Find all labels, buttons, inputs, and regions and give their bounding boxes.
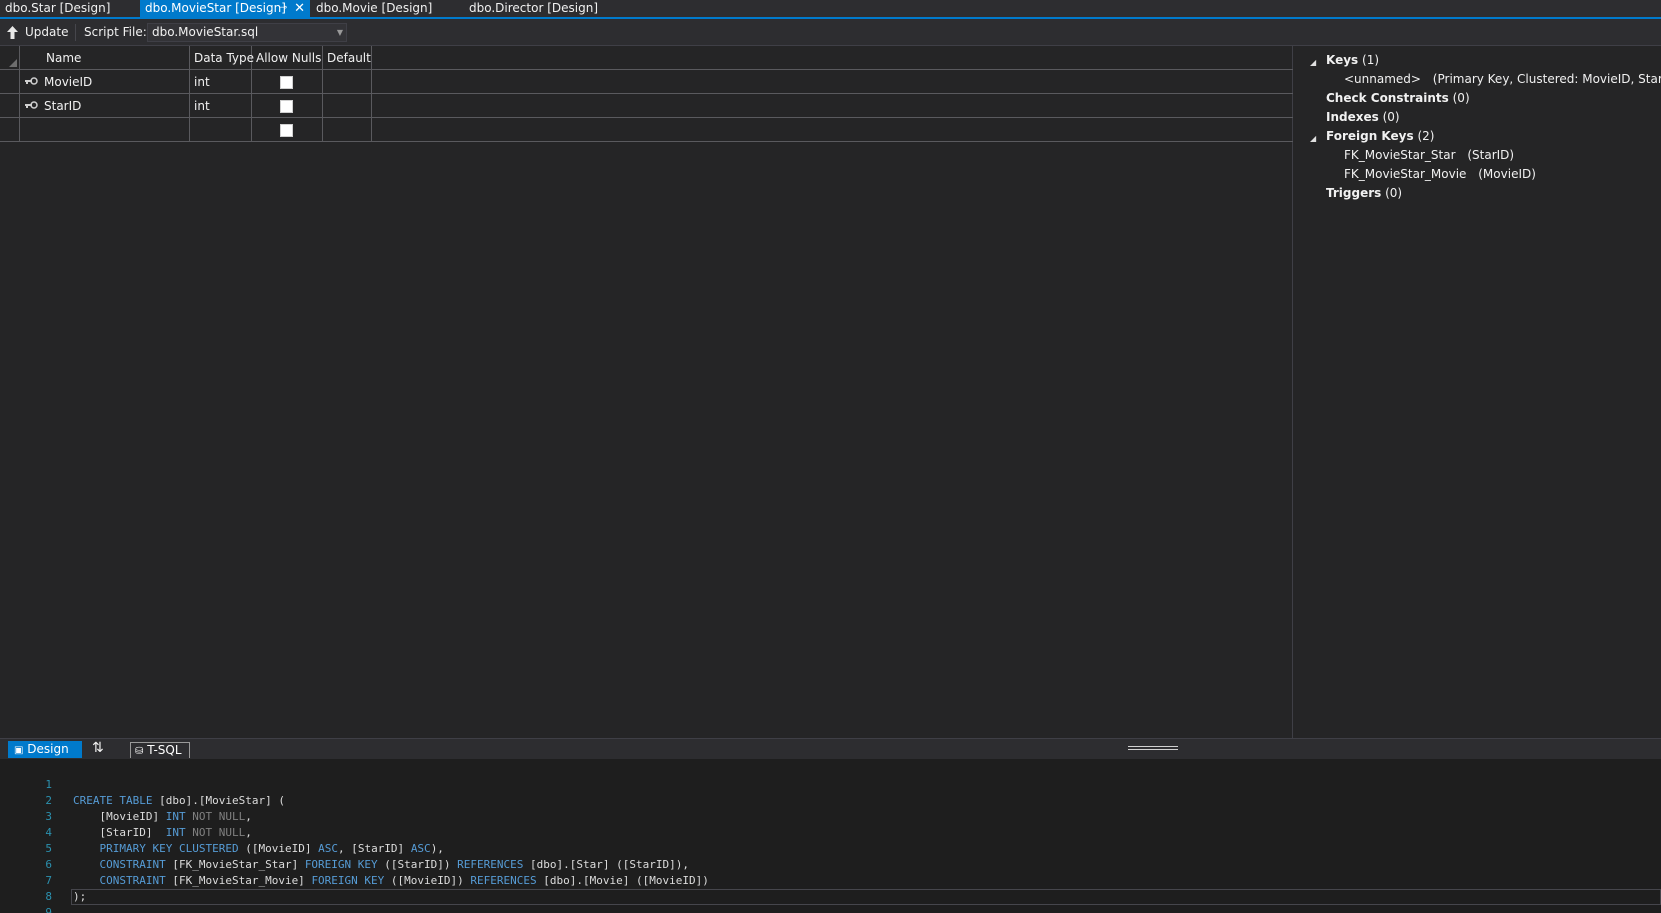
allow-nulls-checkbox[interactable] <box>280 76 293 89</box>
tab-label: dbo.Movie [Design] <box>316 1 433 15</box>
fk-name: FK_MovieStar_Star <box>1344 148 1456 162</box>
table-row[interactable]: MovieID int <box>0 70 1293 94</box>
row-selector[interactable] <box>0 94 20 118</box>
tab-movie-design[interactable]: dbo.Movie [Design] <box>311 0 461 17</box>
tab-label: dbo.MovieStar [Design] <box>145 1 286 15</box>
script-file-dropdown[interactable]: dbo.MovieStar.sql ▼ <box>147 23 347 42</box>
corner-triangle-icon <box>9 59 17 67</box>
close-icon[interactable]: ✕ <box>294 0 305 17</box>
tab-director-design[interactable]: dbo.Director [Design] <box>464 0 624 17</box>
default-cell[interactable] <box>323 118 372 142</box>
triggers-label: Triggers <box>1326 186 1382 200</box>
update-arrow-icon <box>7 26 18 39</box>
design-tab-label: Design <box>27 742 69 756</box>
document-tab-bar: dbo.Star [Design] dbo.MovieStar [Design]… <box>0 0 1661 19</box>
table-properties-pane: ◢ Keys (1) <unnamed> (Primary Key, Clust… <box>1294 46 1661 738</box>
expanded-triangle-icon[interactable]: ◢ <box>1310 58 1316 67</box>
update-label: Update <box>25 25 69 39</box>
indexes-count: (0) <box>1382 110 1400 124</box>
header-allow-nulls[interactable]: Allow Nulls <box>252 46 323 70</box>
code-line[interactable]: 5 CONSTRAINT [FK_MovieStar_Star] FOREIGN… <box>0 825 1661 871</box>
design-icon: ▣ <box>14 745 24 756</box>
allow-nulls-cell <box>252 94 323 118</box>
fk-detail: (StarID) <box>1467 148 1515 162</box>
allow-nulls-cell <box>252 70 323 94</box>
code-line[interactable]: 4 PRIMARY KEY CLUSTERED ([MovieID] ASC, … <box>0 809 1661 855</box>
expanded-triangle-icon[interactable]: ◢ <box>1310 134 1316 143</box>
table-row[interactable]: StarID int <box>0 94 1293 118</box>
data-type-cell[interactable]: int <box>190 94 252 118</box>
designer-toolbar: Update Script File: dbo.MovieStar.sql ▼ <box>0 19 1661 46</box>
tab-label: dbo.Director [Design] <box>469 1 598 15</box>
tab-star-design[interactable]: dbo.Star [Design] <box>0 0 140 17</box>
row-selector[interactable] <box>0 118 20 142</box>
check-constraints-node[interactable]: Check Constraints (0) <box>1326 91 1470 105</box>
column-name-cell[interactable]: MovieID <box>20 70 190 94</box>
tab-label: dbo.Star [Design] <box>5 1 111 15</box>
tab-moviestar-design[interactable]: dbo.MovieStar [Design] ⊸ ✕ <box>140 0 310 17</box>
update-button[interactable]: Update <box>6 23 68 42</box>
line-number: 9 <box>45 906 52 913</box>
pin-icon[interactable]: ⊸ <box>279 0 287 17</box>
tab-design-view[interactable]: ▣ Design <box>8 741 82 758</box>
foreign-key-item[interactable]: FK_MovieStar_Star (StarID) <box>1344 148 1514 162</box>
check-constraints-label: Check Constraints <box>1326 91 1449 105</box>
keys-count: (1) <box>1362 53 1380 67</box>
swap-panes-icon[interactable]: ⇅ <box>92 740 104 756</box>
code-line[interactable]: 9 <box>0 889 1661 913</box>
resize-grip[interactable] <box>1128 746 1178 750</box>
key-item[interactable]: <unnamed> (Primary Key, Clustered: Movie… <box>1344 72 1661 86</box>
code-line[interactable]: 8 <box>0 873 1661 903</box>
view-tab-strip: ▣ Design ⇅ ⛁ T-SQL <box>0 738 1661 759</box>
toolbar-separator <box>75 24 76 41</box>
data-type-cell[interactable] <box>190 118 252 142</box>
triggers-node[interactable]: Triggers (0) <box>1326 186 1402 200</box>
keys-label: Keys <box>1326 53 1359 67</box>
header-name[interactable]: Name <box>20 46 190 70</box>
fk-detail: (MovieID) <box>1478 167 1536 181</box>
allow-nulls-cell <box>252 118 323 142</box>
foreign-keys-label: Foreign Keys <box>1326 129 1414 143</box>
code-line[interactable]: 6 CONSTRAINT [FK_MovieStar_Movie] FOREIG… <box>0 841 1661 887</box>
indexes-label: Indexes <box>1326 110 1379 124</box>
default-cell[interactable] <box>323 70 372 94</box>
grid-header-row: Name Data Type Allow Nulls Default <box>0 46 1293 70</box>
column-grid-pane: Name Data Type Allow Nulls Default Movie… <box>0 46 1293 738</box>
default-cell[interactable] <box>323 94 372 118</box>
key-detail: (Primary Key, Clustered: MovieID, StarID… <box>1432 72 1661 86</box>
script-file-label: Script File: <box>84 25 147 39</box>
foreign-keys-node[interactable]: Foreign Keys (2) <box>1326 129 1434 143</box>
code-line[interactable]: 2 [MovieID] INT NOT NULL, <box>0 777 1661 823</box>
foreign-keys-count: (2) <box>1417 129 1435 143</box>
tab-tsql-view[interactable]: ⛁ T-SQL <box>130 742 190 758</box>
code-line[interactable]: 7 ); <box>0 857 1661 903</box>
keys-node[interactable]: Keys (1) <box>1326 53 1379 67</box>
select-all-corner[interactable] <box>0 46 20 70</box>
tsql-tab-label: T-SQL <box>147 743 182 757</box>
code-line[interactable]: 3 [StarID] INT NOT NULL, <box>0 793 1661 839</box>
column-name-cell[interactable]: StarID <box>20 94 190 118</box>
fk-name: FK_MovieStar_Movie <box>1344 167 1467 181</box>
indexes-node[interactable]: Indexes (0) <box>1326 110 1400 124</box>
column-name-cell[interactable] <box>20 118 190 142</box>
header-data-type[interactable]: Data Type <box>190 46 254 70</box>
tsql-code-editor[interactable]: 1 CREATE TABLE [dbo].[MovieStar] ( 2 [Mo… <box>0 759 1661 913</box>
allow-nulls-checkbox[interactable] <box>280 124 293 137</box>
table-row[interactable] <box>0 118 1293 142</box>
triggers-count: (0) <box>1385 186 1403 200</box>
script-file-value: dbo.MovieStar.sql <box>152 25 259 39</box>
check-constraints-count: (0) <box>1452 91 1470 105</box>
chevron-down-icon: ▼ <box>336 28 343 37</box>
data-type-cell[interactable]: int <box>190 70 252 94</box>
allow-nulls-checkbox[interactable] <box>280 100 293 113</box>
row-selector[interactable] <box>0 70 20 94</box>
header-default[interactable]: Default <box>323 46 372 70</box>
foreign-key-item[interactable]: FK_MovieStar_Movie (MovieID) <box>1344 167 1536 181</box>
code-line[interactable]: 1 CREATE TABLE [dbo].[MovieStar] ( <box>0 761 1661 807</box>
key-name: <unnamed> <box>1344 72 1421 86</box>
tsql-icon: ⛁ <box>135 746 144 757</box>
